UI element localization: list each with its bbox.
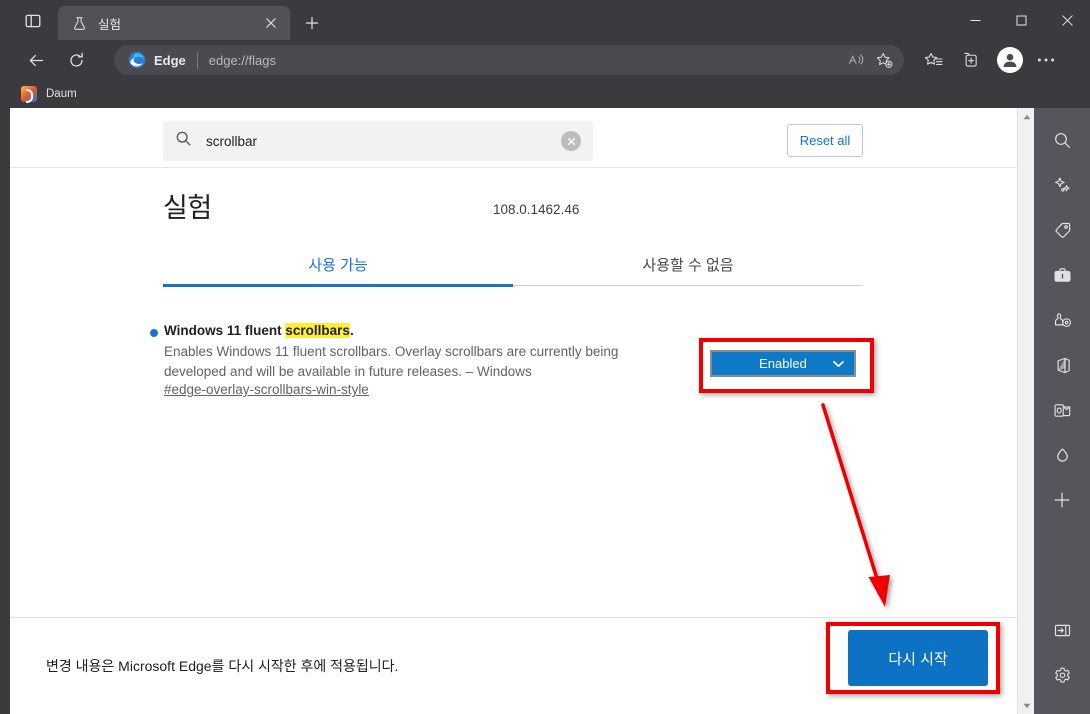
new-flag-dot-icon: [150, 329, 158, 337]
toggle-sidebar-icon[interactable]: [1044, 612, 1080, 648]
omnibox-actions: [842, 47, 898, 73]
read-aloud-icon[interactable]: [842, 47, 870, 73]
plus-icon[interactable]: [298, 10, 326, 36]
drop-icon[interactable]: [1044, 437, 1080, 473]
flag-description: Enables Windows 11 fluent scrollbars. Ov…: [164, 344, 619, 379]
search-box[interactable]: [163, 121, 593, 161]
window-controls: [952, 0, 1090, 40]
tab-unavailable[interactable]: 사용할 수 없음: [513, 243, 863, 285]
address-bar[interactable]: Edge edge://flags: [114, 45, 904, 75]
office-icon[interactable]: [1044, 347, 1080, 383]
page-title: 실험: [163, 193, 212, 223]
tab-search-icon[interactable]: [20, 10, 46, 32]
browser-tab[interactable]: 실험: [58, 6, 290, 40]
favorites-list-icon[interactable]: [918, 45, 950, 75]
omnibox-url-text[interactable]: edge://flags: [209, 53, 842, 68]
omnibox-brand-label: Edge: [154, 52, 186, 68]
profile-avatar-icon[interactable]: [997, 47, 1023, 73]
close-icon[interactable]: [260, 12, 282, 34]
minimize-icon[interactable]: [952, 0, 998, 40]
daum-favicon: [21, 86, 37, 103]
reload-icon[interactable]: [60, 44, 92, 76]
reset-all-button[interactable]: Reset all: [787, 124, 863, 157]
more-options-icon[interactable]: [1030, 45, 1062, 75]
back-arrow-icon[interactable]: [20, 44, 52, 76]
add-app-icon[interactable]: [1044, 482, 1080, 518]
scroll-up-arrow-icon[interactable]: [1018, 108, 1034, 125]
add-favorite-icon[interactable]: [870, 47, 898, 73]
version-label: 108.0.1462.46: [493, 202, 580, 217]
copilot-sparkle-icon[interactable]: [1044, 167, 1080, 203]
flag-title-suffix: .: [349, 323, 354, 338]
tools-briefcase-icon[interactable]: [1044, 257, 1080, 293]
shopping-tag-icon[interactable]: [1044, 212, 1080, 248]
annotation-box-restart: [826, 622, 1000, 694]
flag-permalink[interactable]: #edge-overlay-scrollbars-win-style: [164, 382, 369, 397]
favorite-item-daum[interactable]: Daum: [14, 83, 84, 105]
tab-active-underline: [163, 284, 513, 287]
flask-icon: [70, 14, 88, 32]
search-icon: [175, 130, 192, 152]
tab-title: 실험: [98, 17, 122, 32]
search-input[interactable]: [206, 133, 561, 149]
sidebar-settings-gear-icon[interactable]: [1044, 657, 1080, 693]
restart-message: 변경 내용은 Microsoft Edge를 다시 시작한 후에 적용됩니다.: [46, 658, 399, 674]
edge-sidebar: [1034, 108, 1090, 714]
collections-icon[interactable]: [954, 45, 986, 75]
title-bar: 실험: [0, 0, 1090, 40]
toolbar-right-actions: [918, 45, 1066, 75]
flag-title-prefix: Windows 11 fluent: [164, 323, 286, 338]
outlook-icon[interactable]: [1044, 392, 1080, 428]
flags-search-header: [10, 108, 1017, 168]
flag-title: Windows 11 fluent scrollbars.: [164, 323, 354, 338]
annotation-box-select: [699, 338, 874, 393]
flag-title-highlight: scrollbars: [285, 323, 350, 338]
favorites-bar: Daum: [0, 80, 1090, 108]
search-icon[interactable]: [1044, 122, 1080, 158]
close-icon[interactable]: [1044, 0, 1090, 40]
omnibox-divider: [196, 51, 198, 69]
edge-logo-icon: [128, 51, 146, 69]
sidebar-bottom-actions: [1034, 612, 1090, 702]
favorite-label: Daum: [46, 88, 77, 100]
clear-search-icon[interactable]: [561, 131, 581, 151]
maximize-icon[interactable]: [998, 0, 1044, 40]
flags-tabs: 사용 가능 사용할 수 없음: [163, 243, 863, 286]
tab-available[interactable]: 사용 가능: [163, 243, 513, 285]
games-icon[interactable]: [1044, 302, 1080, 338]
browser-window: 실험 Edge edge://flags Daum scrollbar Rese…: [0, 0, 1090, 714]
